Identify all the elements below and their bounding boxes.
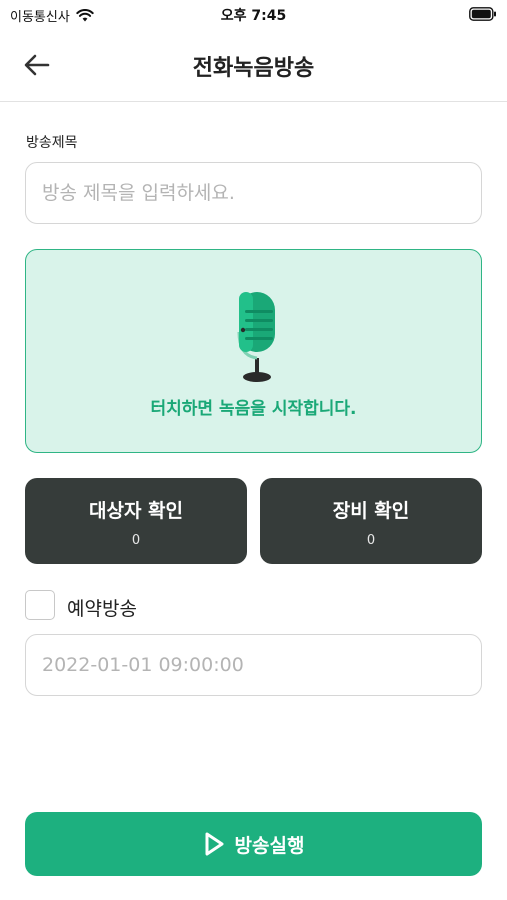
- page-title: 전화녹음방송: [192, 56, 315, 81]
- broadcast-title-input[interactable]: [25, 162, 482, 224]
- status-bar: 이동통신사 오후 7:45: [0, 0, 507, 30]
- card-label: 장비 확인: [332, 500, 410, 522]
- target-check-button[interactable]: 대상자 확인 0: [25, 478, 247, 564]
- device-check-button[interactable]: 장비 확인 0: [260, 478, 482, 564]
- status-time: 오후 7:45: [220, 8, 287, 24]
- run-button-label: 방송실행: [234, 834, 305, 857]
- battery-icon: [469, 7, 496, 21]
- microphone-icon: [237, 292, 275, 382]
- phone-screen: 이동통신사 오후 7:45 전화녹음방송 방송제목 방송 제목을 입력하세요. …: [0, 0, 507, 900]
- app-header: 전화녹음방송: [0, 30, 507, 102]
- reservation-label: 예약방송: [67, 598, 137, 620]
- record-touch-area[interactable]: 터치하면 녹음을 시작합니다.: [25, 249, 482, 453]
- broadcast-run-button[interactable]: 방송실행: [25, 812, 482, 876]
- card-count: 0: [366, 533, 376, 548]
- play-icon: [205, 832, 224, 856]
- record-instruction: 터치하면 녹음을 시작합니다.: [150, 399, 357, 419]
- card-label: 대상자 확인: [88, 500, 183, 522]
- reservation-checkbox[interactable]: [25, 590, 55, 620]
- card-count: 0: [131, 533, 141, 548]
- title-label: 방송제목: [26, 135, 78, 151]
- reservation-datetime-input[interactable]: [25, 634, 482, 696]
